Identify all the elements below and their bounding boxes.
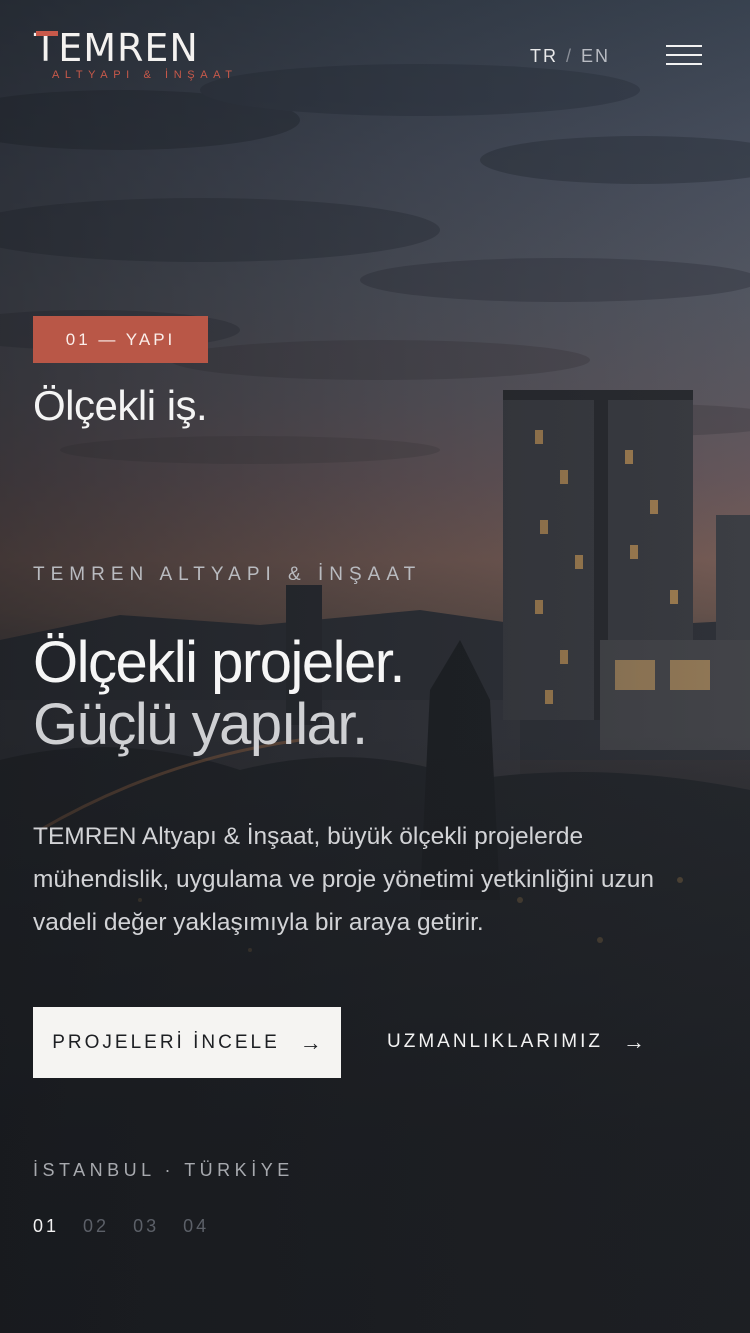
headline-line-2: Güçlü yapılar. [33, 692, 368, 757]
pager-item-02[interactable]: 02 [83, 1216, 109, 1237]
logo-accent-mark [36, 31, 58, 36]
hero-page: TEMREN ALTYAPI & İNŞAAT TR / EN 01 — YAPI … [0, 0, 750, 1333]
slide-pager: 01 02 03 04 [33, 1216, 209, 1237]
hamburger-menu-icon[interactable] [666, 45, 702, 67]
view-projects-button[interactable]: PROJELERİ İNCELE → [33, 1007, 341, 1078]
lang-en-link[interactable]: EN [581, 46, 610, 66]
expertise-label: UZMANLIKLARIMIZ [387, 1031, 604, 1052]
language-switcher: TR / EN [530, 46, 610, 67]
location-label: İSTANBUL · TÜRKİYE [33, 1160, 294, 1180]
logo-wordmark: TEMREN [34, 28, 238, 68]
arrow-right-icon: → [299, 1029, 322, 1055]
pager-item-04[interactable]: 04 [183, 1216, 209, 1237]
pager-item-01[interactable]: 01 [33, 1216, 59, 1237]
pager-item-03[interactable]: 03 [133, 1216, 159, 1237]
menu-line [666, 45, 702, 47]
brand-logo[interactable]: TEMREN ALTYAPI & İNŞAAT [34, 28, 238, 81]
hero-description: TEMREN Altyapı & İnşaat, büyük ölçekli p… [33, 823, 654, 936]
lang-separator: / [566, 46, 574, 66]
arrow-right-icon: → [623, 1029, 646, 1054]
logo-subtitle: ALTYAPI & İNŞAAT [52, 69, 238, 81]
menu-line [666, 63, 702, 65]
view-projects-label: PROJELERİ İNCELE [52, 1031, 280, 1053]
slide-title: Ölçekli iş. [33, 382, 208, 429]
slide-badge: 01 — YAPI [33, 316, 208, 363]
menu-line [666, 54, 702, 56]
logo-text: TEMREN [34, 26, 199, 70]
lang-tr-link[interactable]: TR [530, 46, 558, 66]
hero-headline: Ölçekli projeler. Güçlü yapılar. [33, 630, 405, 757]
expertise-link[interactable]: UZMANLIKLARIMIZ → [387, 1024, 645, 1060]
hero-eyebrow: TEMREN ALTYAPI & İNŞAAT [33, 564, 422, 585]
headline-line-1: Ölçekli projeler. [33, 630, 405, 695]
